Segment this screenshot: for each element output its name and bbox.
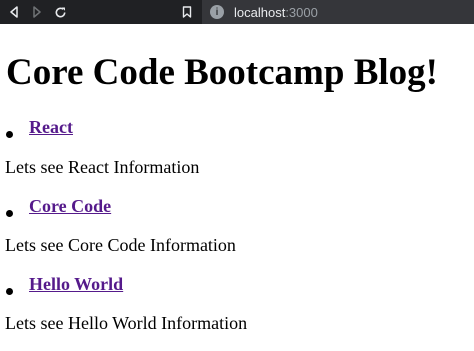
site-info-icon[interactable]: i <box>210 5 224 19</box>
link-hello-world[interactable]: Hello World <box>29 273 123 295</box>
url-port: :3000 <box>285 4 318 20</box>
url-text[interactable]: localhost:3000 <box>234 5 318 20</box>
link-core-code[interactable]: Core Code <box>29 195 111 217</box>
item-description: Lets see React Information <box>5 157 200 177</box>
reload-button[interactable] <box>51 3 69 21</box>
bullet-icon <box>6 131 13 138</box>
item-description: Lets see Core Code Information <box>5 235 236 255</box>
forward-button[interactable] <box>28 3 46 21</box>
bookmark-icon <box>182 6 192 18</box>
link-react[interactable]: React <box>29 116 73 138</box>
page-title: Core Code Bootcamp Blog! <box>6 52 438 93</box>
page-content: Core Code Bootcamp Blog! React Lets see … <box>0 24 474 351</box>
browser-toolbar: i localhost:3000 <box>0 0 474 24</box>
bookmark-button[interactable] <box>178 3 196 21</box>
address-bar[interactable]: i localhost:3000 <box>202 0 474 24</box>
back-button[interactable] <box>5 3 23 21</box>
forward-icon <box>33 6 41 18</box>
reload-icon <box>55 6 65 17</box>
item-description: Lets see Hello World Information <box>5 313 248 333</box>
url-host: localhost <box>234 4 286 20</box>
bullet-icon <box>6 288 13 295</box>
bullet-icon <box>6 210 13 217</box>
back-icon <box>10 6 18 18</box>
